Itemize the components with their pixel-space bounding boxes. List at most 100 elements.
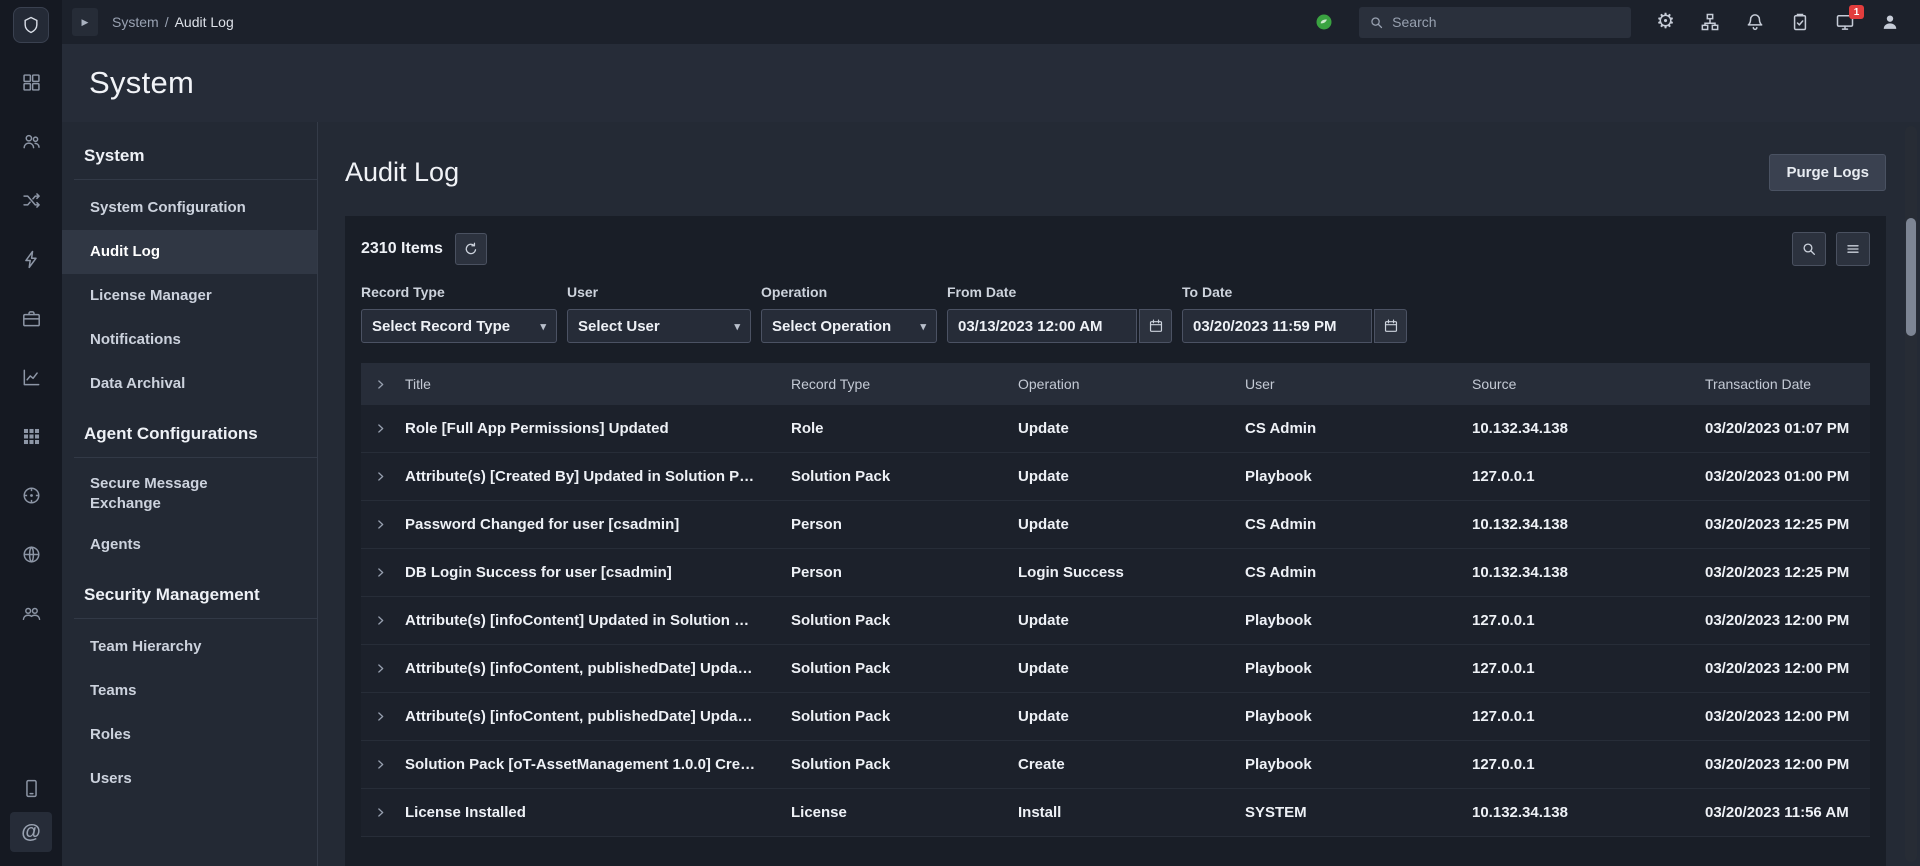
breadcrumb-parent[interactable]: System (112, 14, 159, 30)
sidebar-item-users[interactable]: Users (62, 757, 317, 801)
dashboard-icon[interactable] (0, 53, 62, 112)
page-scrollbar[interactable] (1905, 126, 1917, 862)
purge-logs-button[interactable]: Purge Logs (1769, 153, 1886, 191)
divider (74, 457, 317, 458)
cell-record-type: Solution Pack (791, 756, 891, 773)
app-logo[interactable] (13, 7, 49, 43)
case-briefcase-icon[interactable] (0, 289, 62, 348)
record-type-select[interactable]: Select Record Type ▾ (361, 309, 557, 343)
search-input[interactable] (1392, 14, 1622, 30)
table-row[interactable]: Attribute(s) [infoContent] Updated in So… (361, 597, 1870, 645)
device-tasks-icon[interactable] (0, 764, 62, 812)
cell-user: Playbook (1245, 756, 1312, 773)
table-search-button[interactable] (1792, 232, 1826, 266)
user-select[interactable]: Select User ▾ (567, 309, 751, 343)
column-settings-button[interactable] (1836, 232, 1870, 266)
cell-transaction-date: 03/20/2023 12:00 PM (1705, 756, 1850, 773)
left-icon-rail: @ (0, 0, 62, 866)
approvals-clipboard-icon[interactable] (1790, 12, 1810, 32)
table-row[interactable]: Password Changed for user [csadmin] Perso… (361, 501, 1870, 549)
global-globe-icon[interactable] (0, 525, 62, 584)
automation-bolt-icon[interactable] (0, 230, 62, 289)
sidebar-item-secure-message-exchange[interactable]: Secure Message Exchange (62, 464, 317, 523)
column-header-operation: Operation (1018, 376, 1080, 392)
sidebar-item-teams[interactable]: Teams (62, 669, 317, 713)
column-header-record-type: Record Type (791, 376, 871, 392)
system-health-icon[interactable] (1314, 12, 1334, 32)
sidebar-item-audit-log[interactable]: Audit Log (62, 230, 317, 274)
row-expand-chevron[interactable] (361, 710, 399, 723)
top-bar: ▶ System / Audit Log ⚙ (62, 0, 1920, 44)
row-expand-chevron[interactable] (361, 470, 399, 483)
table-row[interactable]: License Installed License Install SYSTEM 10.… (361, 789, 1870, 837)
sidebar-item-label: Data Archival (90, 375, 186, 393)
row-expand-chevron[interactable] (361, 806, 399, 819)
global-search (1359, 6, 1632, 38)
cell-title: License Installed (405, 804, 526, 821)
filter-bar: Record Type Select Record Type ▾ User Se… (361, 284, 1870, 343)
modules-grid-icon[interactable] (0, 407, 62, 466)
to-date-input[interactable]: 03/20/2023 11:59 PM (1182, 309, 1372, 343)
workflow-shuffle-icon[interactable] (0, 171, 62, 230)
table-row[interactable]: Attribute(s) [infoContent, publishedDate… (361, 645, 1870, 693)
table-row[interactable]: Attribute(s) [infoContent, publishedDate… (361, 693, 1870, 741)
sidebar-section-security-management: Security Management Team Hierarchy Teams Ro… (62, 567, 317, 801)
from-date-input[interactable]: 03/13/2023 12:00 AM (947, 309, 1137, 343)
cell-source: 10.132.34.138 (1472, 420, 1568, 437)
teams-people-icon[interactable] (0, 584, 62, 643)
sidebar-item-license-manager[interactable]: License Manager (62, 274, 317, 318)
sidebar-item-roles[interactable]: Roles (62, 713, 317, 757)
scrollbar-thumb[interactable] (1906, 218, 1916, 336)
cell-source: 127.0.0.1 (1472, 756, 1535, 773)
filter-user: User Select User ▾ (567, 284, 751, 343)
table-row[interactable]: DB Login Success for user [csadmin] Perso… (361, 549, 1870, 597)
sidebar-section-system: System System Configuration Audit Log Licen… (62, 144, 317, 406)
reports-chart-icon[interactable] (0, 348, 62, 407)
user-profile-icon[interactable] (1880, 12, 1900, 32)
table-row[interactable]: Attribute(s) [Created By] Updated in Sol… (361, 453, 1870, 501)
row-expand-chevron[interactable] (361, 518, 399, 531)
sidebar-item-agents[interactable]: Agents (62, 523, 317, 567)
table-row[interactable]: Solution Pack [oT-AssetManagement 1.0.0]… (361, 741, 1870, 789)
breadcrumb-collapse-button[interactable]: ▶ (72, 8, 98, 36)
filter-to-date: To Date 03/20/2023 11:59 PM (1182, 284, 1407, 343)
to-date-calendar-button[interactable] (1374, 309, 1407, 343)
expand-all-chevron[interactable] (361, 378, 399, 391)
chevron-down-icon: ▾ (540, 320, 546, 333)
breadcrumb-separator: / (164, 14, 169, 30)
filter-label: To Date (1182, 284, 1233, 300)
operation-select[interactable]: Select Operation ▾ (761, 309, 937, 343)
panel-toolbar: 2310 Items (361, 232, 1870, 266)
row-expand-chevron[interactable] (361, 614, 399, 627)
cell-operation: Update (1018, 516, 1069, 533)
mentions-at-icon[interactable]: @ (10, 812, 52, 852)
row-expand-chevron[interactable] (361, 422, 399, 435)
sidebar-item-label: Teams (90, 682, 137, 700)
settings-gear-icon[interactable]: ⚙ (1656, 11, 1675, 32)
navigation-target-icon[interactable] (0, 466, 62, 525)
filter-from-date: From Date 03/13/2023 12:00 AM (947, 284, 1172, 343)
audit-log-panel: 2310 Items Record Type Select Record Typ… (345, 216, 1886, 866)
breadcrumb-current: Audit Log (174, 14, 234, 30)
system-alerts-monitor-icon[interactable]: 1 (1835, 5, 1864, 32)
queue-management-icon[interactable] (0, 112, 62, 171)
shield-icon (24, 16, 38, 34)
cell-user: CS Admin (1245, 420, 1317, 437)
from-date-calendar-button[interactable] (1139, 309, 1172, 343)
sitemap-icon[interactable] (1700, 12, 1720, 32)
menu-icon (1847, 245, 1859, 253)
row-expand-chevron[interactable] (361, 566, 399, 579)
sidebar-item-label: License Manager (90, 287, 212, 305)
sidebar-item-notifications[interactable]: Notifications (62, 318, 317, 362)
notifications-bell-icon[interactable] (1745, 12, 1765, 32)
sidebar-item-team-hierarchy[interactable]: Team Hierarchy (62, 625, 317, 669)
row-expand-chevron[interactable] (361, 662, 399, 675)
row-expand-chevron[interactable] (361, 758, 399, 771)
cell-transaction-date: 03/20/2023 01:07 PM (1705, 420, 1850, 437)
table-row[interactable]: Role [Full App Permissions] Updated Role U… (361, 405, 1870, 453)
cell-user: Playbook (1245, 468, 1312, 485)
sidebar-item-system-configuration[interactable]: System Configuration (62, 186, 317, 230)
sidebar-item-data-archival[interactable]: Data Archival (62, 362, 317, 406)
refresh-button[interactable] (454, 233, 487, 265)
sidebar-item-label: System Configuration (90, 199, 246, 217)
